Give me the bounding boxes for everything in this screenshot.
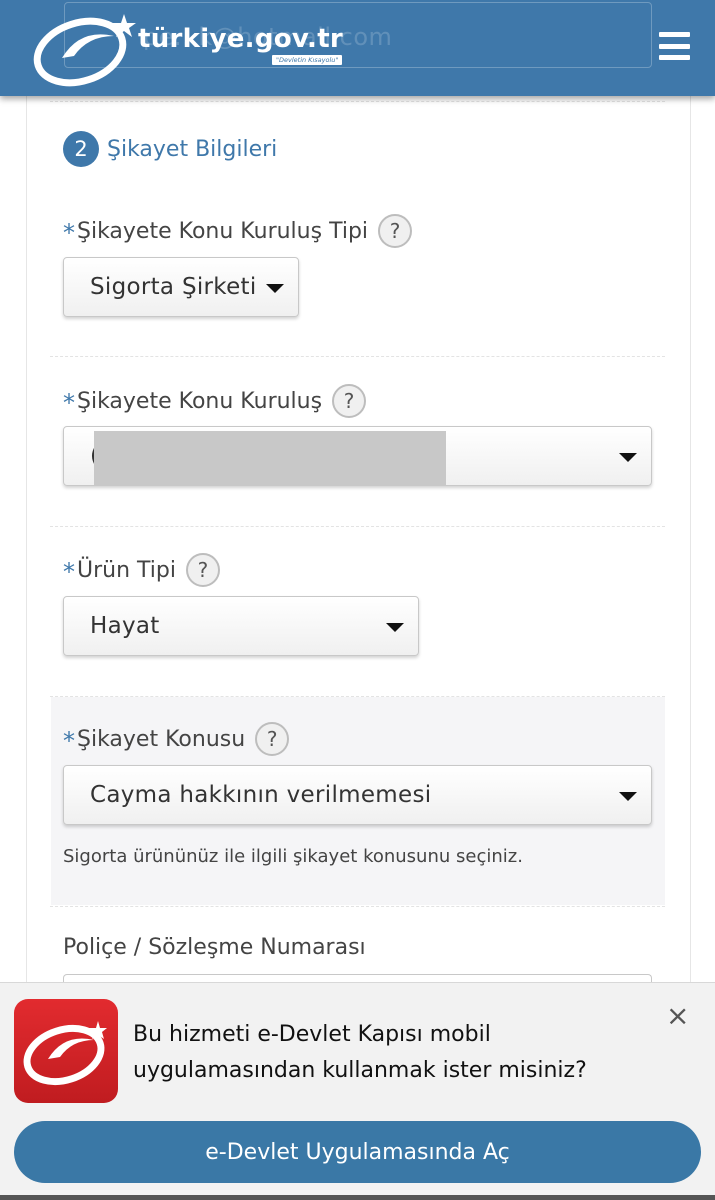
divider: [50, 356, 665, 357]
subject-label-text: Şikayet Konusu: [77, 726, 246, 752]
e-devlet-app-icon[interactable]: [14, 999, 118, 1103]
chevron-down-icon: [619, 453, 637, 462]
subject-hint-text: Sigorta ürününüz ile ilgili şikayet konu…: [63, 846, 523, 867]
bottom-edge: [0, 1195, 715, 1200]
divider: [50, 526, 665, 527]
product-help-icon[interactable]: ?: [185, 553, 220, 587]
banner-message: Bu hizmeti e-Devlet Kapısı mobil uygulam…: [133, 1022, 587, 1083]
site-slogan: "Devletin Kısayolu": [272, 55, 343, 65]
site-logo-emblem-icon[interactable]: [32, 6, 142, 92]
step-number-badge: 2: [63, 131, 99, 167]
policy-label-text: Poliçe / Sözleşme Numarası: [63, 935, 366, 960]
divider: [50, 101, 665, 102]
org-help-icon[interactable]: ?: [332, 384, 367, 418]
subject-label: * Şikayet Konusu ?: [63, 722, 290, 756]
org-label: * Şikayete Konu Kuruluş ?: [63, 384, 367, 418]
required-asterisk: *: [63, 219, 75, 247]
subject-help-icon[interactable]: ?: [255, 722, 290, 756]
org-type-help-icon[interactable]: ?: [378, 214, 413, 248]
org-label-text: Şikayete Konu Kuruluş: [77, 388, 323, 414]
product-selected-value: Hayat: [90, 613, 160, 639]
chevron-down-icon: [266, 284, 284, 293]
chevron-down-icon: [619, 792, 637, 801]
redacted-block: [94, 431, 446, 485]
top-header: pe...k@hotmail.com türkiye.gov.tr "Devle…: [0, 0, 715, 96]
org-select[interactable]: (: [63, 426, 652, 486]
site-title[interactable]: türkiye.gov.tr: [138, 24, 343, 54]
step-header: 2 Şikayet Bilgileri: [63, 131, 277, 167]
chevron-down-icon: [386, 623, 404, 632]
subject-select[interactable]: Cayma hakkının verilmemesi: [63, 765, 652, 825]
org-type-label-text: Şikayete Konu Kuruluş Tipi: [77, 218, 369, 244]
app-install-banner: Bu hizmeti e-Devlet Kapısı mobil uygulam…: [0, 982, 715, 1200]
org-type-label: * Şikayete Konu Kuruluş Tipi ?: [63, 214, 413, 248]
product-label: * Ürün Tipi ?: [63, 553, 220, 587]
step-title: Şikayet Bilgileri: [107, 136, 278, 162]
org-type-selected-value: Sigorta Şirketi: [90, 274, 257, 300]
divider: [50, 696, 665, 697]
product-label-text: Ürün Tipi: [77, 557, 176, 583]
open-in-app-button[interactable]: e-Devlet Uygulamasında Aç: [14, 1121, 701, 1183]
divider: [50, 906, 665, 907]
hamburger-menu-icon[interactable]: [659, 32, 690, 60]
required-asterisk: *: [63, 727, 75, 755]
close-icon[interactable]: ×: [666, 1002, 689, 1030]
policy-label: Poliçe / Sözleşme Numarası: [63, 935, 366, 960]
subject-selected-value: Cayma hakkının verilmemesi: [90, 782, 432, 808]
required-asterisk: *: [63, 558, 75, 586]
required-asterisk: *: [63, 389, 75, 417]
org-type-select[interactable]: Sigorta Şirketi: [63, 257, 299, 317]
product-select[interactable]: Hayat: [63, 596, 419, 656]
